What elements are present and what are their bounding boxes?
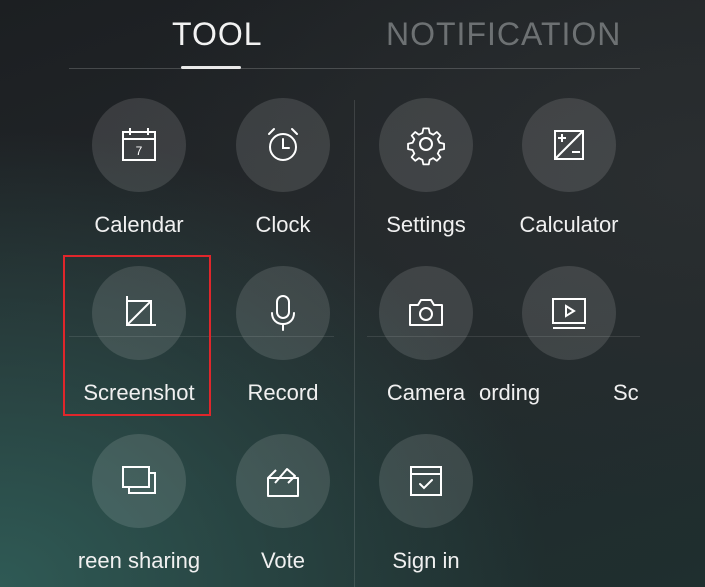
- vote-box-icon: [236, 434, 330, 528]
- sign-in-label: Sign in: [392, 548, 460, 573]
- screen-share-icon: [92, 434, 186, 528]
- recording-label: ording: [479, 380, 541, 405]
- tab-tool[interactable]: TOOL: [172, 16, 263, 53]
- svg-text:7: 7: [136, 144, 143, 158]
- calendar-icon: 7: [92, 98, 186, 192]
- vertical-divider: [354, 100, 355, 587]
- crop-icon: [92, 266, 186, 360]
- tab-bar: TOOL NOTIFICATION: [0, 0, 705, 70]
- video-play-icon: [522, 266, 616, 360]
- calculator-icon: [522, 98, 616, 192]
- tool-screen-sharing[interactable]: reen sharing: [69, 434, 209, 584]
- tool-record[interactable]: Record: [213, 266, 353, 416]
- tool-calendar[interactable]: 7 Calendar: [69, 98, 209, 248]
- tool-settings[interactable]: Settings: [356, 98, 496, 248]
- camera-icon: [379, 266, 473, 360]
- tool-sign-in[interactable]: Sign in: [356, 434, 496, 584]
- tool-clock[interactable]: Clock: [213, 98, 353, 248]
- microphone-icon: [236, 266, 330, 360]
- calculator-label: Calculator: [519, 212, 619, 237]
- tool-camera[interactable]: Camera: [356, 266, 496, 416]
- clock-icon: [236, 98, 330, 192]
- partial-tool-label[interactable]: Sc: [613, 380, 639, 406]
- tab-divider: [69, 68, 640, 69]
- sign-in-check-icon: [379, 434, 473, 528]
- tool-vote[interactable]: Vote: [213, 434, 353, 584]
- tool-screenshot[interactable]: Screenshot: [69, 266, 209, 416]
- gear-icon: [379, 98, 473, 192]
- tab-notification[interactable]: NOTIFICATION: [386, 16, 621, 53]
- tool-calculator[interactable]: Calculator: [499, 98, 639, 248]
